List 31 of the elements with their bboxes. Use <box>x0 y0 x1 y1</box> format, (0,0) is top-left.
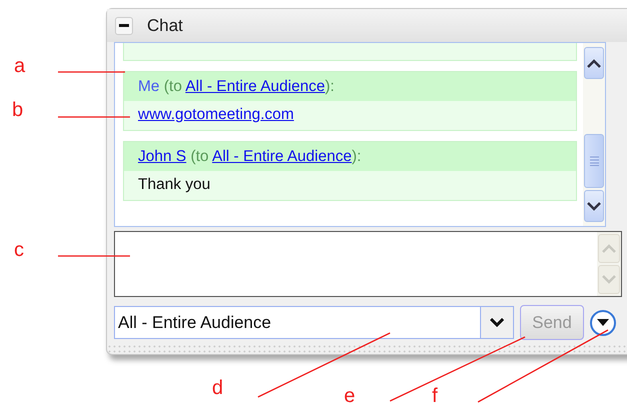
sender-name: Me <box>138 78 160 95</box>
collapse-button[interactable] <box>115 16 133 34</box>
message-text: Thank you <box>138 176 210 193</box>
caret-down-icon <box>490 318 504 327</box>
callout-letter: f <box>432 386 438 406</box>
grip-icon <box>590 156 598 166</box>
message-link[interactable]: www.gotomeeting.com <box>138 106 294 123</box>
leader-line <box>58 116 130 118</box>
scroll-down-button[interactable] <box>584 190 604 222</box>
callout-letter: d <box>212 378 224 398</box>
chevron-up-icon <box>587 58 601 68</box>
callout-letter: a <box>14 56 26 76</box>
callout-letter: e <box>344 386 356 406</box>
callout-letter: c <box>14 240 24 260</box>
triangle-down-icon <box>597 319 609 326</box>
chevron-down-icon <box>602 275 616 284</box>
recipient-link[interactable]: All - Entire Audience <box>185 78 325 95</box>
scroll-up-button[interactable] <box>584 47 604 79</box>
panel-title: Chat <box>147 16 183 36</box>
sender-link[interactable]: John S <box>138 148 186 165</box>
leader-line <box>58 255 130 257</box>
recipient-dropdown[interactable]: All - Entire Audience <box>114 306 514 339</box>
message-header: John S (to All - Entire Audience): <box>124 142 576 171</box>
recipient-link[interactable]: All - Entire Audience <box>212 148 352 165</box>
message-header: Me (to All - Entire Audience): <box>124 72 576 101</box>
scrollbar-thumb[interactable] <box>584 134 604 188</box>
callout-letter: b <box>12 100 24 120</box>
options-button[interactable] <box>590 310 616 336</box>
chevron-up-icon <box>602 244 616 253</box>
chevron-down-icon <box>587 202 601 210</box>
leader-line <box>58 71 125 73</box>
